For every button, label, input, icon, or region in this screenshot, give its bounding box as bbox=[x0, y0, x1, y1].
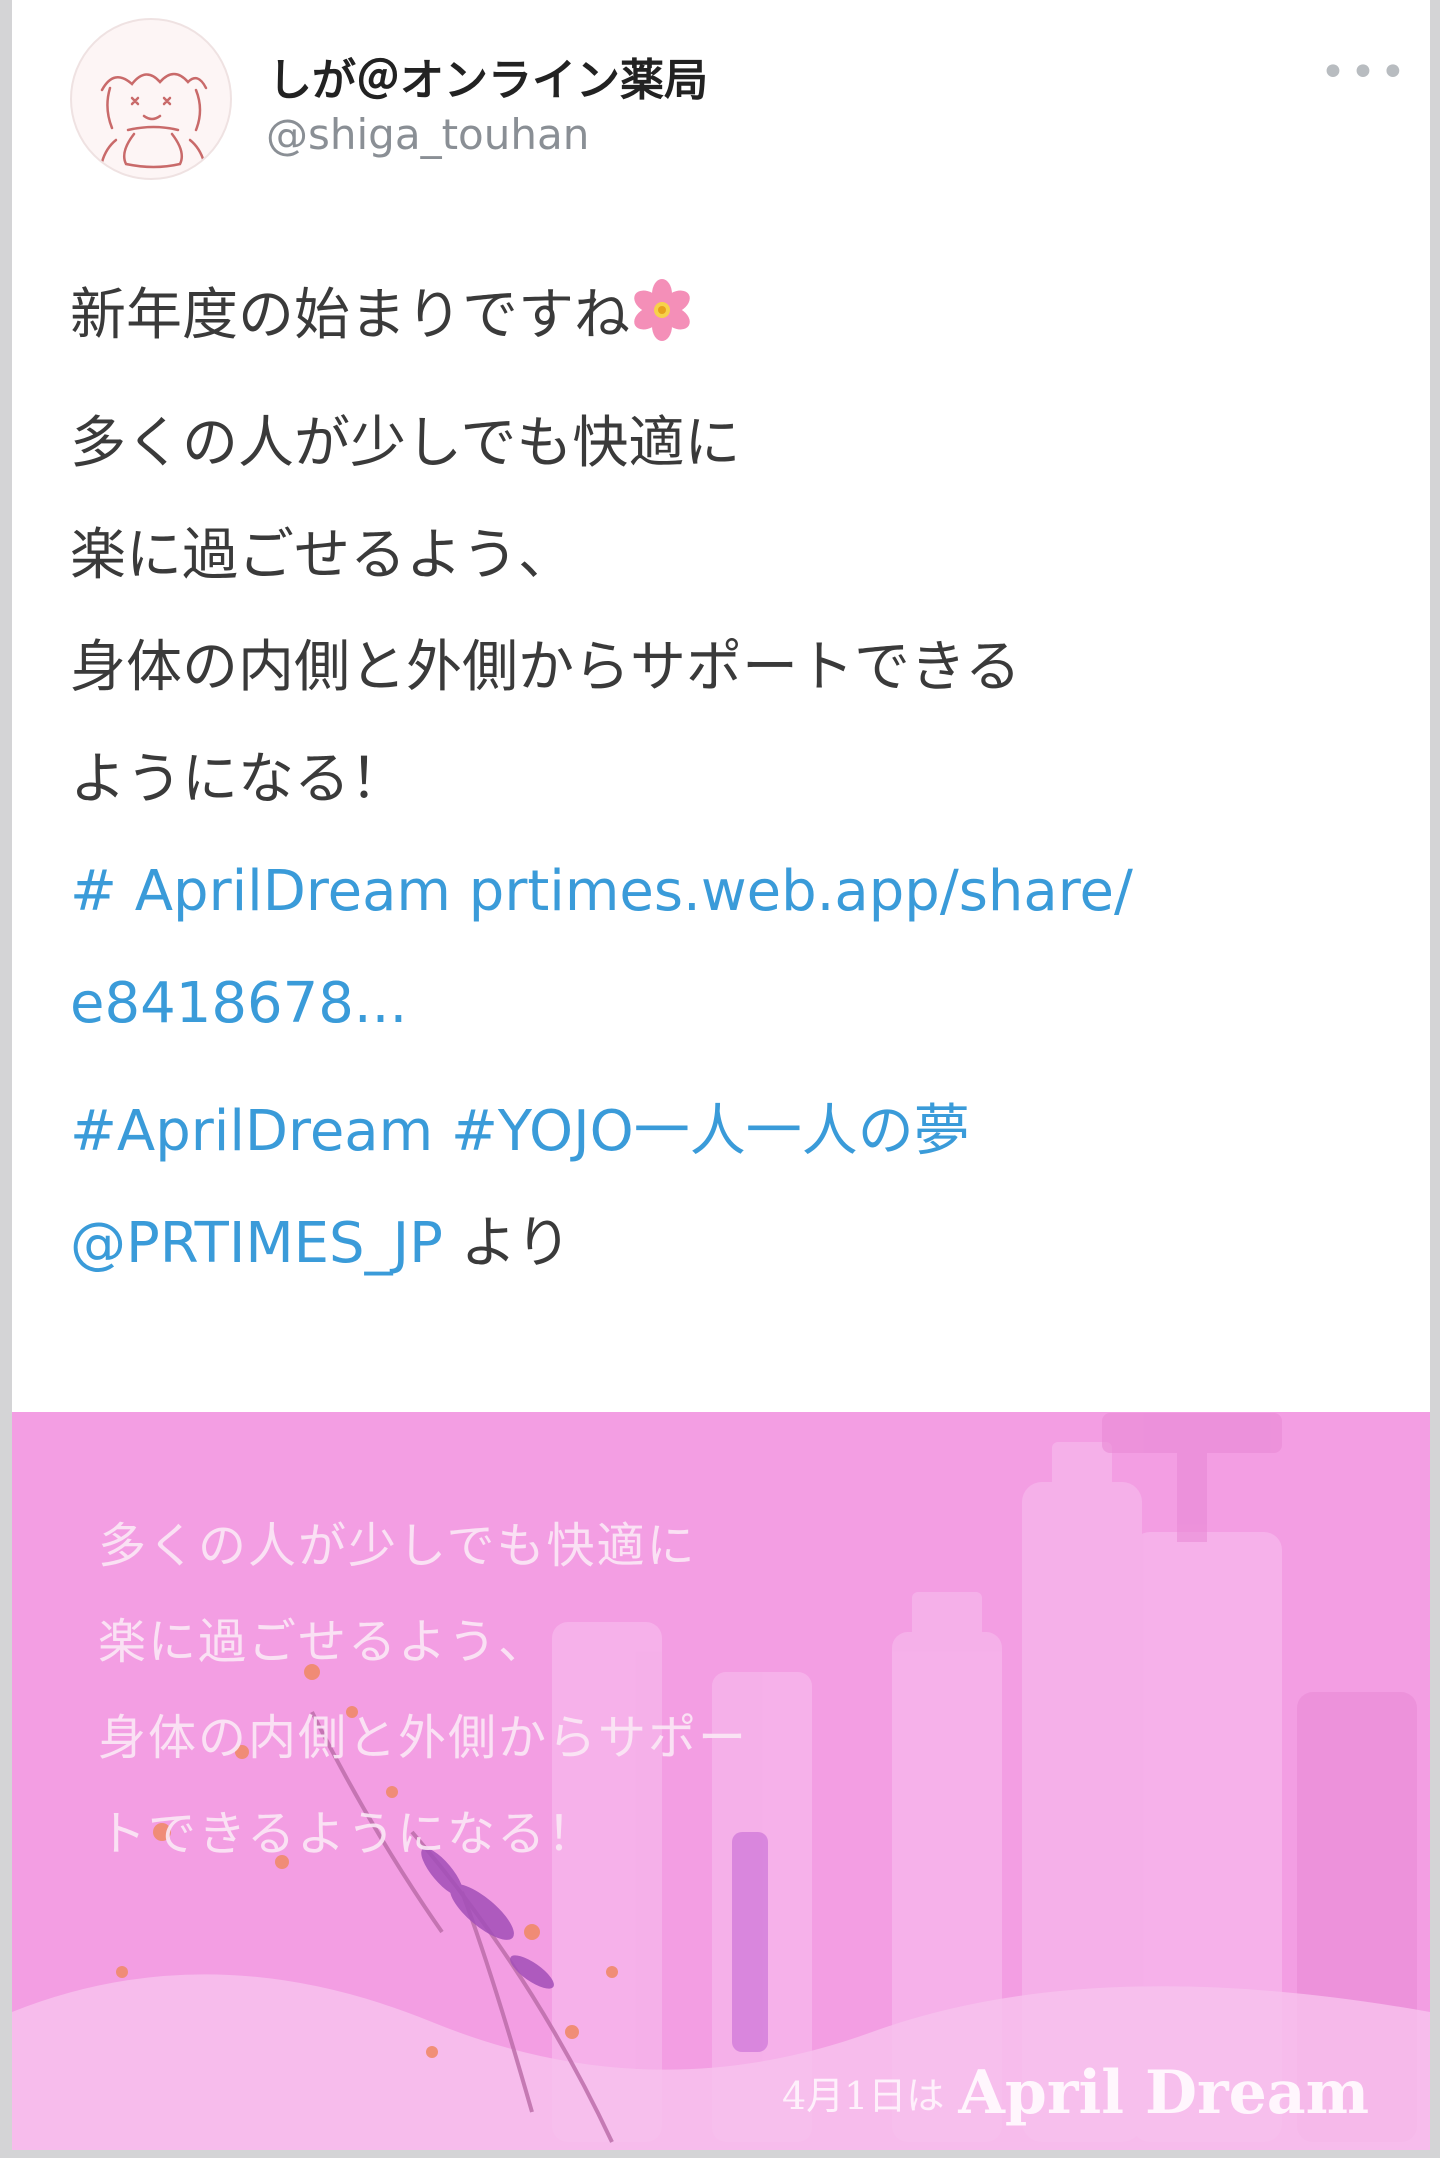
tweet-line: # AprilDream prtimes.web.app/share/ bbox=[70, 836, 1400, 948]
hashtag-link[interactable]: #YOJO一人一人の夢 bbox=[451, 1099, 970, 1164]
overlay-line: 身体の内側と外側からサポー bbox=[98, 1710, 749, 1766]
media-date-text: 4月1日は bbox=[782, 2074, 945, 2118]
more-button[interactable]: ••• bbox=[1320, 48, 1406, 98]
tweet-line: 楽に過ごせるよう、 bbox=[70, 523, 574, 588]
more-icon: ••• bbox=[1320, 47, 1410, 98]
overlay-line: トできるようになる！ bbox=[98, 1806, 598, 1862]
avatar[interactable] bbox=[70, 18, 232, 180]
mention-suffix: より bbox=[460, 1211, 572, 1276]
tweet-header: しが＠オンライン薬局 @shiga_touhan ••• bbox=[70, 18, 1410, 180]
tweet-line: 多くの人が少しでも快適に bbox=[70, 411, 741, 476]
tweet-card[interactable]: しが＠オンライン薬局 @shiga_touhan ••• 新年度の始まりですね bbox=[12, 0, 1430, 2150]
tweet-line: 新年度の始まりですね bbox=[70, 260, 1400, 372]
tweet-line: #AprilDream #YOJO一人一人の夢 bbox=[70, 1076, 1400, 1188]
hashtag-link[interactable]: # AprilDream bbox=[70, 859, 451, 924]
media-overlay-text: 多くの人が少しでも快適に 楽に過ごせるよう、 身体の内側と外側からサポー トでき… bbox=[98, 1498, 748, 1882]
display-name[interactable]: しが＠オンライン薬局 bbox=[268, 44, 708, 108]
mention-link[interactable]: @PRTIMES_JP bbox=[70, 1211, 443, 1276]
tweet-text: 新年度の始まりですね 多くの人が少しでも快適に 楽に過ごせるよう、 身体の内側と… bbox=[70, 260, 1400, 1300]
overlay-line: 多くの人が少しでも快適に bbox=[98, 1518, 697, 1574]
hashtag-link[interactable]: #AprilDream bbox=[70, 1099, 433, 1164]
tweet-line-text: 新年度の始まりですね bbox=[70, 283, 630, 348]
media-footer: 4月1日は April Dream bbox=[782, 2058, 1369, 2128]
tweet-line: e8418678... bbox=[70, 948, 1400, 1060]
flower-icon bbox=[634, 279, 690, 341]
user-handle[interactable]: @shiga_touhan bbox=[266, 110, 589, 159]
tweet-line: ようになる！ bbox=[70, 747, 406, 812]
avatar-sketch-icon bbox=[100, 72, 208, 169]
url-link-continued[interactable]: e8418678... bbox=[70, 971, 407, 1036]
overlay-line: 楽に過ごせるよう、 bbox=[98, 1614, 549, 1670]
url-link[interactable]: prtimes.web.app/share/ bbox=[469, 859, 1133, 924]
tweet-line: 身体の内側と外側からサポートできる bbox=[70, 635, 1021, 700]
tweet-line: @PRTIMES_JP より bbox=[70, 1188, 1400, 1300]
media-brand-text: April Dream bbox=[958, 2058, 1370, 2128]
